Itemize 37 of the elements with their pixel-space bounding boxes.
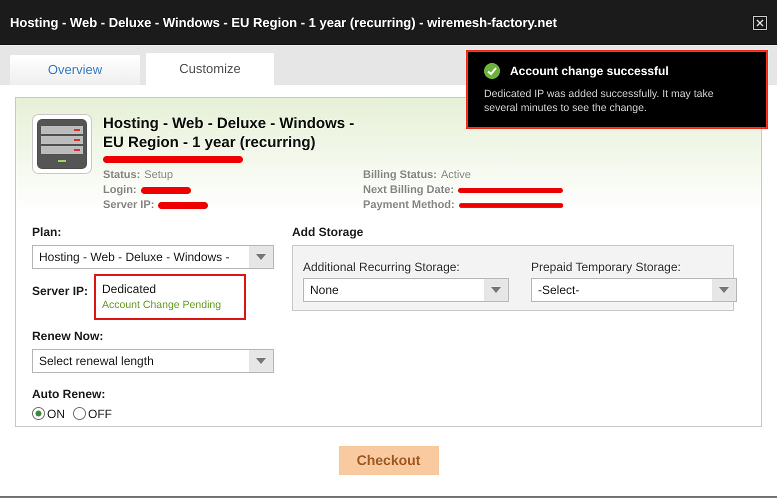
select-field[interactable]: Select renewal length (32, 348, 274, 373)
toast-title: Account change successful (510, 63, 669, 80)
select-field[interactable]: -Select- (531, 278, 737, 302)
product-title: Hosting - Web - Deluxe - Windows - EU Region - 1 year (recurring) (103, 114, 356, 152)
server-icon (32, 114, 92, 174)
field-label: Renew Now: (32, 328, 104, 345)
section-title: Add Storage (292, 224, 364, 241)
info-value: Active (440, 168, 471, 183)
ip-type: Dedicated (102, 281, 158, 298)
window-title: Hosting - Web - Deluxe - Windows - EU Region - 1 year (recurring) - wiremesh-factory.net (10, 14, 558, 32)
caret-icon (491, 287, 501, 293)
info-label: Payment Method: (363, 198, 455, 213)
close-button[interactable] (753, 16, 767, 30)
info-label: Billing Status: (363, 168, 437, 183)
field-label: Prepaid Temporary Storage: (531, 259, 682, 276)
radio-option[interactable]: OFF (73, 404, 112, 423)
tab[interactable]: Overview (10, 55, 140, 85)
tab[interactable]: Customize (146, 53, 274, 85)
radio-option[interactable]: ON (32, 404, 65, 423)
toast-message: Dedicated IP was added successfully. It may take several minutes to see the change. (484, 87, 715, 115)
success-check-icon (484, 63, 500, 79)
info-label: Login: (103, 183, 137, 198)
close-icon (756, 18, 764, 26)
field-label: Additional Recurring Storage: (303, 259, 461, 276)
field-label: Server IP: (32, 283, 90, 300)
select-field[interactable]: None (303, 278, 509, 302)
info-label: Server IP: (103, 198, 154, 213)
info-value: Setup (144, 168, 174, 183)
field-label: Auto Renew: (32, 386, 106, 403)
select-field[interactable]: Hosting - Web - Deluxe - Windows - (32, 245, 274, 269)
caret-icon (719, 287, 729, 293)
info-label: Next Billing Date: (363, 183, 454, 198)
caret-icon (256, 358, 266, 364)
field-label: Plan: (32, 224, 62, 241)
pending-status: Account Change Pending (102, 298, 222, 313)
caret-icon (256, 254, 266, 260)
info-label: Status: (103, 168, 140, 183)
